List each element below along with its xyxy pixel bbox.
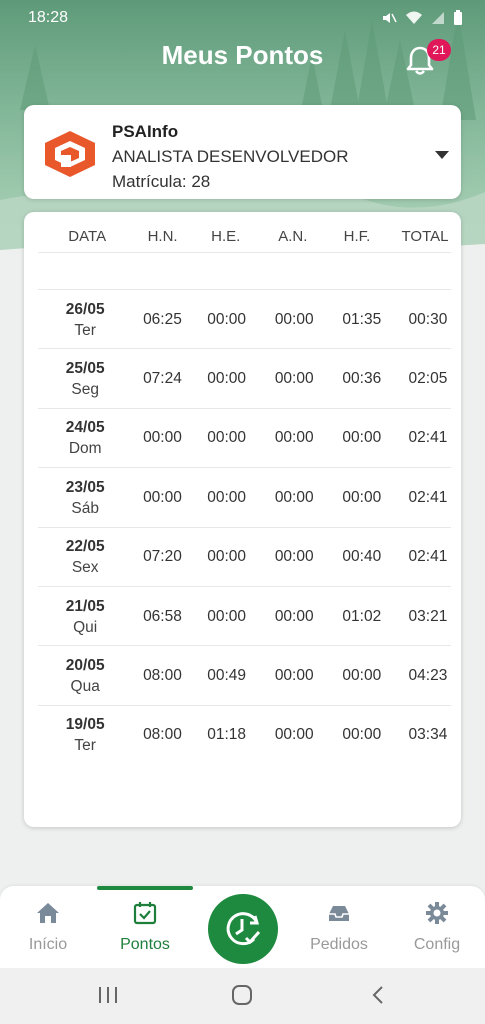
notification-badge: 21 [427, 39, 451, 61]
date-cell: 19/05 Ter [65, 716, 105, 750]
nav-label-pontos: Pontos [120, 936, 170, 953]
total-cell: 03:34 [408, 726, 448, 744]
total-cell: 02:05 [408, 370, 448, 388]
clock-check-icon [226, 912, 261, 946]
table-row[interactable]: 19/05 Ter 08:00 01:18 00:00 00:00 03:34 [24, 706, 461, 750]
date-cell: 22/05 Sex [65, 538, 105, 577]
date-cell: 24/05 Dom [65, 419, 105, 458]
table-body[interactable]: 26/05 Ter 06:25 00:00 00:00 01:35 00:30 2… [24, 290, 461, 750]
he-cell: 00:00 [207, 370, 246, 388]
wifi-icon [406, 11, 422, 24]
column-header-total: TOTAL [401, 227, 449, 245]
hf-cell: 01:35 [342, 310, 382, 328]
date-cell: 20/05 Qua [65, 657, 105, 696]
hf-cell: 01:02 [342, 607, 382, 625]
hn-cell: 06:25 [143, 310, 182, 328]
active-tab-indicator [97, 886, 193, 890]
time-records-table: DATA H.N. H.E. A.N. H.F. TOTAL 26/05 Ter … [24, 212, 461, 827]
company-selector[interactable]: PSAInfo ANALISTA DESENVOLVEDOR Matrícula… [24, 105, 461, 199]
header-divider [38, 252, 451, 253]
total-cell: 02:41 [408, 429, 448, 447]
table-row[interactable]: 23/05 Sáb 00:00 00:00 00:00 00:00 02:41 [24, 468, 461, 528]
battery-icon [454, 10, 462, 25]
home-icon [37, 903, 59, 923]
hf-cell: 00:40 [342, 548, 382, 566]
table-row[interactable]: 22/05 Sex 07:20 00:00 00:00 00:40 02:41 [24, 528, 461, 588]
signal-icon [432, 12, 444, 24]
he-cell: 01:18 [207, 726, 246, 744]
he-cell: 00:49 [207, 667, 246, 685]
nav-item-inicio[interactable]: Início [8, 900, 88, 954]
nav-item-pedidos[interactable]: Pedidos [299, 900, 379, 954]
system-navigation-bar [0, 968, 485, 1024]
he-cell: 00:00 [207, 429, 246, 447]
table-row[interactable]: 24/05 Dom 00:00 00:00 00:00 00:00 02:41 [24, 409, 461, 469]
table-row[interactable]: 25/05 Seg 07:24 00:00 00:00 00:36 02:05 [24, 349, 461, 410]
nav-item-pontos[interactable]: Pontos [105, 900, 185, 954]
mute-icon [383, 13, 397, 23]
total-cell: 00:30 [408, 310, 448, 328]
an-cell: 00:00 [274, 488, 314, 506]
hn-cell: 07:24 [143, 370, 182, 388]
inbox-icon [329, 906, 349, 921]
total-cell: 02:41 [408, 488, 448, 506]
home-button-icon[interactable] [231, 984, 253, 1006]
hn-cell: 07:20 [143, 548, 182, 566]
company-name: PSAInfo [112, 122, 179, 141]
hn-cell: 08:00 [143, 726, 182, 744]
employee-role: ANALISTA DESENVOLVEDOR [112, 147, 349, 166]
status-bar: 18:28 [0, 0, 485, 36]
nav-label-pedidos: Pedidos [310, 936, 368, 953]
an-cell: 00:00 [274, 607, 314, 625]
column-header-hf: H.F. [343, 227, 371, 245]
gear-icon [426, 902, 448, 924]
nav-item-config[interactable]: Config [397, 900, 477, 954]
status-icons [381, 10, 463, 26]
total-cell: 03:21 [408, 607, 448, 625]
he-cell: 00:00 [207, 548, 246, 566]
hn-cell: 08:00 [143, 667, 182, 685]
chevron-down-icon[interactable] [435, 151, 449, 159]
total-cell: 02:41 [408, 548, 448, 566]
column-header-he: H.E. [211, 227, 241, 245]
hf-cell: 00:00 [342, 488, 382, 506]
nav-label-config: Config [413, 936, 461, 953]
column-header-date: DATA [68, 227, 107, 245]
back-icon[interactable] [370, 984, 386, 1006]
company-logo [45, 131, 95, 177]
recent-apps-icon[interactable] [97, 985, 119, 1005]
total-cell: 04:23 [408, 667, 448, 685]
he-cell: 00:00 [207, 607, 246, 625]
date-cell: 26/05 Ter [65, 300, 105, 339]
status-time: 18:28 [28, 9, 69, 26]
table-row[interactable]: 26/05 Ter 06:25 00:00 00:00 01:35 00:30 [24, 290, 461, 350]
calendar-check-icon [133, 902, 157, 925]
hf-cell: 00:00 [342, 429, 382, 447]
an-cell: 00:00 [274, 726, 314, 744]
date-cell: 25/05 Seg [65, 360, 105, 399]
an-cell: 00:00 [274, 310, 314, 328]
an-cell: 00:00 [274, 548, 314, 566]
table-row[interactable]: 20/05 Qua 08:00 00:49 00:00 00:00 04:23 [24, 646, 461, 707]
an-cell: 00:00 [274, 370, 314, 388]
clock-in-button[interactable] [208, 894, 278, 964]
employee-registration: Matrícula: 28 [112, 172, 211, 191]
an-cell: 00:00 [274, 429, 314, 447]
hf-cell: 00:00 [342, 667, 382, 685]
column-header-an: A.N. [278, 227, 308, 245]
hf-cell: 00:00 [342, 726, 382, 744]
nav-label-inicio: Início [28, 936, 68, 953]
hn-cell: 00:00 [143, 429, 182, 447]
table-row[interactable]: 21/05 Qui 06:58 00:00 00:00 01:02 03:21 [24, 587, 461, 647]
he-cell: 00:00 [207, 310, 246, 328]
an-cell: 00:00 [274, 667, 314, 685]
column-header-hn: H.N. [147, 227, 178, 245]
date-cell: 23/05 Sáb [65, 478, 105, 517]
date-cell: 21/05 Qui [65, 597, 105, 636]
hf-cell: 00:36 [342, 370, 382, 388]
hn-cell: 00:00 [143, 488, 182, 506]
he-cell: 00:00 [207, 488, 246, 506]
hn-cell: 06:58 [143, 607, 182, 625]
